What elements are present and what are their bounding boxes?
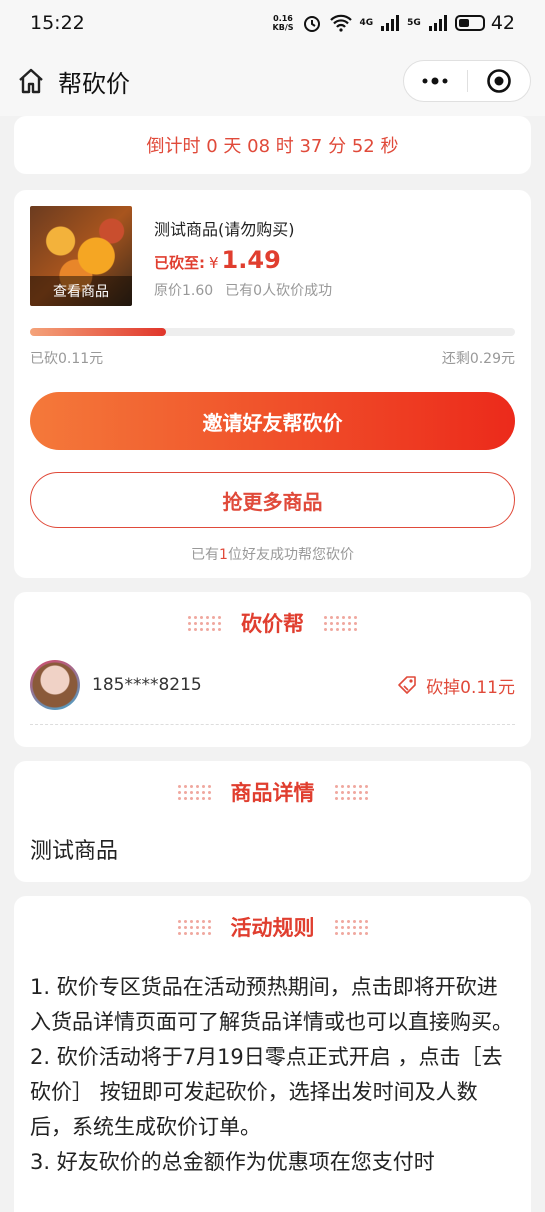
mini-program-capsule — [403, 60, 531, 102]
cut-price: 已砍至: ¥ 1.49 — [154, 246, 332, 274]
net-speed: 0.16 KB/S — [272, 14, 294, 32]
cut-amount: 已砍0.11元 — [30, 351, 104, 367]
more-products-button[interactable]: 抢更多商品 — [30, 472, 515, 528]
nav-bar: 帮砍价 — [0, 46, 545, 116]
price-tag-icon — [398, 676, 416, 694]
target-icon — [486, 69, 511, 93]
product-thumbnail[interactable]: 查看商品 — [30, 206, 132, 306]
signal-4g-icon — [381, 15, 400, 31]
rules-section-title: 活动规则 — [30, 912, 515, 942]
more-dots-icon — [422, 77, 448, 85]
status-time: 15:22 — [30, 12, 85, 34]
signal-5g-icon — [428, 15, 447, 31]
helpers-section-title: 砍价帮 — [30, 608, 515, 638]
wifi-icon — [329, 14, 352, 32]
helpers-card: 砍价帮 185****8215 砍掉0.11元 — [14, 592, 531, 747]
signal-5g-label: 5G — [407, 18, 421, 28]
countdown-text: 倒计时 0 天 08 时 37 分 52 秒 — [146, 136, 399, 157]
rules-card: 活动规则 1. 砍价专区货品在活动预热期间，点击即将开砍进入货品详情页面可了解货… — [14, 896, 531, 1212]
product-card: 查看商品 测试商品(请勿购买) 已砍至: ¥ 1.49 原价1.60 已有0人砍… — [14, 190, 531, 578]
status-icons: 0.16 KB/S 4G 5G 42 — [273, 12, 515, 34]
close-mini-program-button[interactable] — [468, 68, 531, 94]
decor-dots-icon — [177, 784, 211, 800]
battery-level: 42 — [490, 12, 515, 34]
helper-name: 185****8215 — [92, 675, 202, 695]
helped-count: 1 — [219, 547, 228, 563]
cut-price-label: 已砍至: — [154, 254, 205, 272]
invite-friends-button[interactable]: 邀请好友帮砍价 — [30, 392, 515, 450]
cut-progress-fill — [30, 328, 166, 336]
product-meta: 原价1.60 已有0人砍价成功 — [154, 280, 332, 300]
helper-cut: 砍掉0.11元 — [396, 673, 515, 698]
helper-row: 185****8215 砍掉0.11元 — [30, 660, 515, 725]
original-price: 原价1.60 — [154, 283, 214, 299]
success-count: 已有0人砍价成功 — [225, 283, 333, 299]
product-info: 测试商品(请勿购买) 已砍至: ¥ 1.49 原价1.60 已有0人砍价成功 — [154, 206, 332, 306]
page-title: 帮砍价 — [58, 69, 130, 98]
more-button[interactable] — [404, 77, 467, 85]
rules-text: 1. 砍价专区货品在活动预热期间，点击即将开砍进入货品详情页面可了解货品详情或也… — [30, 970, 515, 1180]
countdown-card: 倒计时 0 天 08 时 37 分 52 秒 — [14, 116, 531, 174]
rule-line: 1. 砍价专区货品在活动预热期间，点击即将开砍进入货品详情页面可了解货品详情或也… — [30, 975, 513, 1034]
details-card: 商品详情 测试商品 — [14, 761, 531, 882]
decor-dots-icon — [177, 919, 211, 935]
product-name: 测试商品(请勿购买) — [154, 220, 295, 239]
details-text: 测试商品 — [30, 839, 119, 864]
remaining-amount: 还剩0.29元 — [441, 351, 515, 367]
currency-symbol: ¥ — [209, 254, 219, 272]
view-product-label[interactable]: 查看商品 — [30, 276, 132, 306]
decor-dots-icon — [334, 919, 368, 935]
progress-labels: 已砍0.11元 还剩0.29元 — [30, 348, 515, 368]
details-section-title: 商品详情 — [30, 777, 515, 807]
helper-cut-amount: 砍掉0.11元 — [426, 677, 515, 698]
product-row: 查看商品 测试商品(请勿购买) 已砍至: ¥ 1.49 原价1.60 已有0人砍… — [30, 206, 515, 306]
helped-note: 已有1位好友成功帮您砍价 — [191, 547, 354, 563]
rule-line: 2. 砍价活动将于7月19日零点正式开启 ，点击［去砍价］ 按钮即可发起砍价，选… — [30, 1045, 503, 1139]
status-bar: 15:22 0.16 KB/S 4G 5G 42 — [0, 0, 545, 46]
cut-progress-bar — [30, 328, 515, 336]
battery: 42 — [454, 12, 515, 34]
decor-dots-icon — [188, 615, 221, 631]
alarm-icon — [303, 16, 320, 32]
avatar — [30, 660, 80, 710]
battery-icon — [454, 15, 485, 31]
home-icon[interactable] — [16, 66, 46, 96]
decor-dots-icon — [324, 615, 357, 631]
rule-line: 3. 好友砍价的总金额作为优惠项在您支付时 — [30, 1150, 435, 1174]
signal-4g-label: 4G — [359, 18, 374, 28]
cut-price-value: 1.49 — [221, 246, 281, 274]
decor-dots-icon — [334, 784, 368, 800]
